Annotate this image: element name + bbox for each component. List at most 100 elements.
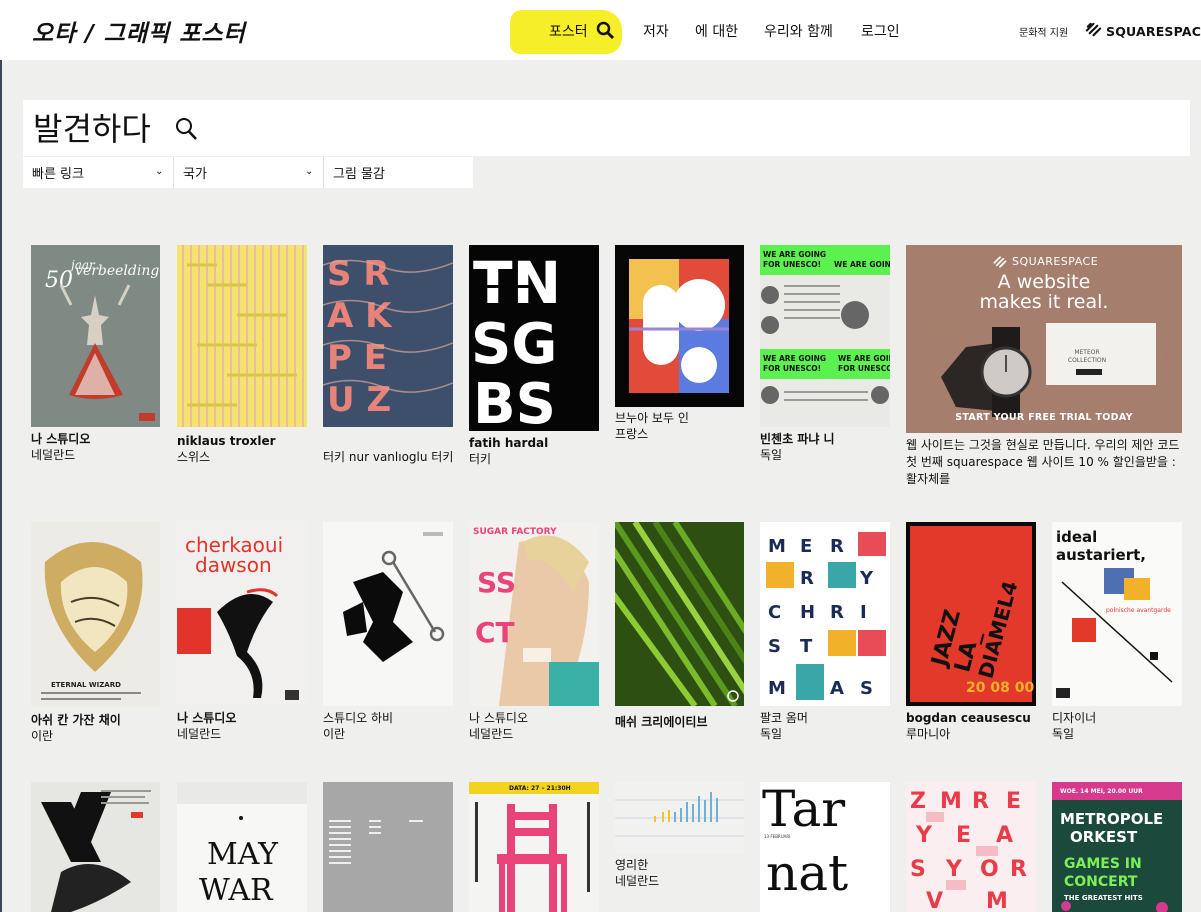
search-icon[interactable] <box>596 21 615 40</box>
dancer-poster-icon[interactable]: jaar 50 verbeelding <box>31 245 160 427</box>
calligraphy-poster-icon[interactable]: ETERNAL WIZARD <box>31 522 160 707</box>
svg-text:M: M <box>986 889 1008 912</box>
poster-author[interactable]: bogdan ceausescu <box>906 711 1031 726</box>
svg-text:SUGAR FACTORY: SUGAR FACTORY <box>473 527 557 537</box>
jazz-stripes-poster-icon[interactable] <box>177 245 307 427</box>
poster-author[interactable]: 빈첸초 파냐 니 <box>760 432 835 447</box>
poster-author[interactable]: 영리한 <box>615 858 648 873</box>
svg-text:DATA: 27 – 21:30H: DATA: 27 – 21:30H <box>509 785 571 792</box>
ad-cta[interactable]: START YOUR FREE TRIAL TODAY <box>906 412 1182 423</box>
poster-country: 네덜란드 <box>469 727 514 741</box>
site-header: 오타 / 그래픽 포스터 포스터 저자 에 대한 우리와 함께 로그인 문화적 … <box>0 0 1201 60</box>
black-shapes-poster-icon[interactable] <box>31 782 160 912</box>
poster-author[interactable]: 브누아 보두 인 <box>615 411 689 426</box>
svg-text:CONCERT: CONCERT <box>1064 874 1138 890</box>
svg-text:M: M <box>768 678 786 699</box>
avantgarde-poster-icon[interactable]: ideal austariert, polnische avantgarde <box>1052 522 1182 706</box>
svg-text:nat: nat <box>766 844 848 902</box>
safety-pin-poster-icon[interactable] <box>323 522 453 706</box>
svg-text:WE ARE GOING: WE ARE GOING <box>763 354 826 363</box>
nav-login[interactable]: 로그인 <box>861 21 900 41</box>
poster-author[interactable]: 스튜디오 하비 <box>323 711 393 726</box>
ad-brand: SQUARESPACE <box>1012 255 1099 268</box>
svg-text:13 FEBRUARI: 13 FEBRUARI <box>764 834 790 839</box>
search-box[interactable]: 발견하다 <box>23 100 1190 156</box>
data-chart-poster-icon[interactable] <box>615 782 744 854</box>
poster-country: 이란 <box>31 729 54 743</box>
filter-bar: 빠른 링크 ⌄ 국가 ⌄ 그림 물감 <box>23 157 473 188</box>
svg-text:M: M <box>768 536 786 557</box>
nav-about[interactable]: 에 대한 <box>695 21 738 41</box>
poster-country: 독일 <box>760 727 783 741</box>
svg-text:METROPOLE: METROPOLE <box>1060 810 1163 828</box>
paint-filter[interactable]: 그림 물감 <box>324 157 473 188</box>
poster-country: 스위스 <box>177 450 211 464</box>
svg-text:ORKEST: ORKEST <box>1070 828 1138 846</box>
poster-country: 프랑스 <box>615 427 649 441</box>
ballet-poster-icon[interactable]: cherkaoui dawson <box>177 522 307 706</box>
svg-text:P E: P E <box>327 338 387 378</box>
svg-text:S: S <box>860 678 873 699</box>
squarespace-wordmark[interactable]: SQUARESPACE <box>1106 24 1201 39</box>
squarespace-logo-icon[interactable] <box>1084 20 1103 39</box>
svg-text:R: R <box>800 568 814 589</box>
svg-text:E: E <box>956 823 971 848</box>
svg-text:Y: Y <box>915 823 933 848</box>
sugar-factory-poster-icon[interactable]: SUGAR FACTORY SS CT <box>469 522 599 706</box>
nav-join-us[interactable]: 우리와 함께 <box>764 21 833 41</box>
glitch-type-poster-icon[interactable]: TN SG BS <box>469 245 599 431</box>
svg-text:O: O <box>980 857 999 882</box>
nav-authors[interactable]: 저자 <box>643 21 669 41</box>
poster-author[interactable]: 나 스튜디오 <box>469 711 528 726</box>
may-war-poster-icon[interactable]: MAY WAR <box>177 782 307 912</box>
squarespace-logo-icon <box>993 256 1007 268</box>
poster-author[interactable]: 아쉬 칸 가잔 채이 <box>31 713 121 728</box>
svg-text:I: I <box>860 602 867 623</box>
patterned-type-poster-icon[interactable]: S R A K P E U Z <box>323 245 453 427</box>
svg-text:T: T <box>800 636 813 657</box>
svg-text:S R: S R <box>327 254 390 294</box>
poster-author[interactable]: fatih hardal <box>469 436 548 451</box>
christmas-poster-icon[interactable]: MER RY CHRI ST MAS <box>760 522 890 706</box>
site-brand[interactable]: 오타 / 그래픽 포스터 <box>32 14 246 48</box>
svg-text:Y: Y <box>859 568 874 589</box>
green-stripes-poster-icon[interactable] <box>615 522 744 706</box>
svg-text:CT: CT <box>475 616 515 649</box>
tarnat-poster-icon[interactable]: Tar nat 13 FEBRUARI <box>760 782 890 912</box>
jazz-red-poster-icon[interactable]: JAZZ LA_ DIAMEL4 20 08 00 <box>906 522 1036 706</box>
quick-links-dropdown[interactable]: 빠른 링크 ⌄ <box>23 157 173 188</box>
svg-text:WE ARE GOING: WE ARE GOING <box>763 250 826 259</box>
svg-text:M: M <box>940 789 962 814</box>
filter-label: 국가 <box>183 167 207 182</box>
poster-author[interactable]: 팔코 옴머 <box>760 711 808 726</box>
ad-caption[interactable]: 웹 사이트는 그것을 현실로 만듭니다. 우리의 제안 코드 첫 번째 squa… <box>906 437 1184 488</box>
svg-text:dawson: dawson <box>195 553 272 577</box>
svg-text:R: R <box>830 536 844 557</box>
poster-country: 네덜란드 <box>177 727 222 741</box>
squarespace-ad-banner[interactable]: SQUARESPACE A website makes it real. MET… <box>906 245 1182 433</box>
svg-text:R: R <box>972 789 989 814</box>
chair-poster-icon[interactable]: DATA: 27 – 21:30H <box>469 782 599 912</box>
svg-text:Z: Z <box>910 789 926 814</box>
poster-author[interactable]: 나 스튜디오 <box>177 711 236 726</box>
poster-author[interactable]: 디자이너 <box>1052 711 1096 726</box>
svg-text:ideal: ideal <box>1056 528 1097 546</box>
country-dropdown[interactable]: 국가 ⌄ <box>174 157 324 188</box>
poster-author[interactable]: 터키 nur vanlıoglu 터키 <box>323 450 453 465</box>
svg-text:S: S <box>910 857 926 882</box>
svg-text:WOE. 14 MEI, 20.00 UUR: WOE. 14 MEI, 20.00 UUR <box>1060 788 1143 795</box>
search-icon[interactable] <box>175 116 199 142</box>
nav-posters[interactable]: 포스터 <box>549 21 588 41</box>
red-letters-poster-icon[interactable]: ZMRE YEA SYOR VM <box>906 782 1036 912</box>
grey-dates-poster-icon[interactable] <box>323 782 453 912</box>
metropole-poster-icon[interactable]: WOE. 14 MEI, 20.00 UUR METROPOLE ORKEST … <box>1052 782 1182 912</box>
unesco-poster-icon[interactable]: WE ARE GOING FOR UNESCO! WE ARE GOING WE… <box>760 245 890 427</box>
geometric-poster-icon[interactable] <box>615 245 744 407</box>
svg-text:BS: BS <box>473 372 556 431</box>
poster-author[interactable]: 나 스튜디오 <box>31 432 90 447</box>
poster-author[interactable]: niklaus troxler <box>177 434 276 449</box>
svg-text:A: A <box>996 823 1013 848</box>
svg-text:R: R <box>830 602 844 623</box>
poster-author[interactable]: 매쉬 크리에이티브 <box>615 715 708 730</box>
poster-country: 네덜란드 <box>31 448 76 462</box>
